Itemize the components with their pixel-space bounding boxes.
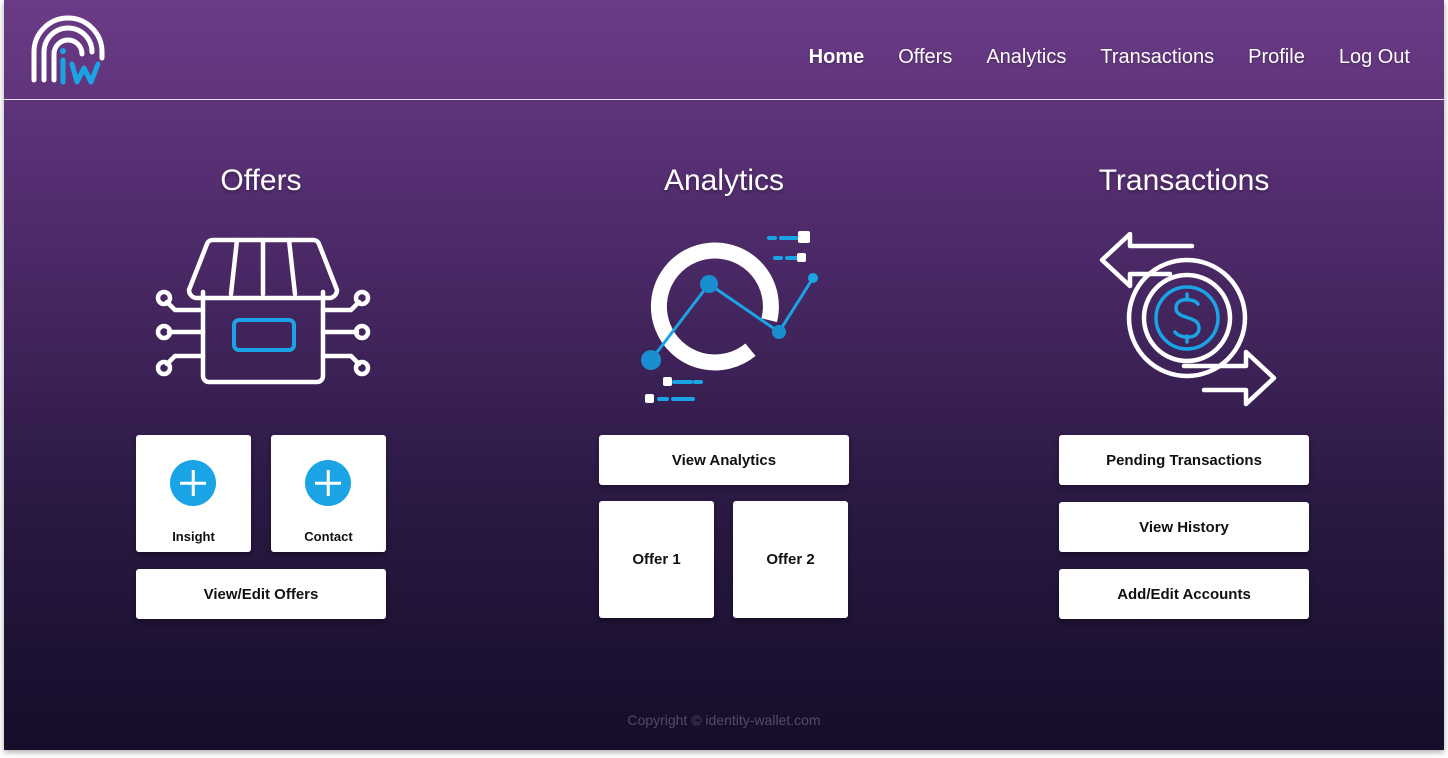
copyright-footer: Copyright © identity-wallet.com <box>627 712 821 728</box>
main-nav: Home Offers Analytics Transactions Profi… <box>809 46 1410 69</box>
view-edit-offers-button[interactable]: View/Edit Offers <box>136 569 386 619</box>
fingerprint-logo-icon[interactable] <box>30 14 106 86</box>
add-contact-icon[interactable] <box>305 460 351 506</box>
contact-tile[interactable]: Contact <box>271 435 386 552</box>
view-analytics-button[interactable]: View Analytics <box>599 435 849 485</box>
header: Home Offers Analytics Transactions Profi… <box>4 0 1444 100</box>
analytics-chart-icon <box>641 231 818 403</box>
storefront-icon <box>155 237 371 385</box>
offer-1-tile[interactable]: Offer 1 <box>599 501 714 618</box>
add-edit-accounts-button[interactable]: Add/Edit Accounts <box>1059 569 1309 619</box>
nav-home[interactable]: Home <box>809 46 865 69</box>
nav-offers[interactable]: Offers <box>898 46 952 69</box>
offers-title: Offers <box>220 164 302 197</box>
insight-label: Insight <box>172 529 215 544</box>
insight-tile[interactable]: Insight <box>136 435 251 552</box>
contact-label: Contact <box>304 529 353 544</box>
nav-analytics[interactable]: Analytics <box>986 46 1066 69</box>
exchange-dollar-icon <box>1099 232 1277 407</box>
nav-profile[interactable]: Profile <box>1248 46 1305 69</box>
app-frame: Home Offers Analytics Transactions Profi… <box>4 0 1444 750</box>
view-history-button[interactable]: View History <box>1059 502 1309 552</box>
nav-logout[interactable]: Log Out <box>1339 46 1410 69</box>
transactions-title: Transactions <box>1098 164 1270 197</box>
add-insight-icon[interactable] <box>170 460 216 506</box>
pending-transactions-button[interactable]: Pending Transactions <box>1059 435 1309 485</box>
analytics-title: Analytics <box>663 164 785 197</box>
nav-transactions[interactable]: Transactions <box>1100 46 1214 69</box>
offer-2-tile[interactable]: Offer 2 <box>733 501 848 618</box>
